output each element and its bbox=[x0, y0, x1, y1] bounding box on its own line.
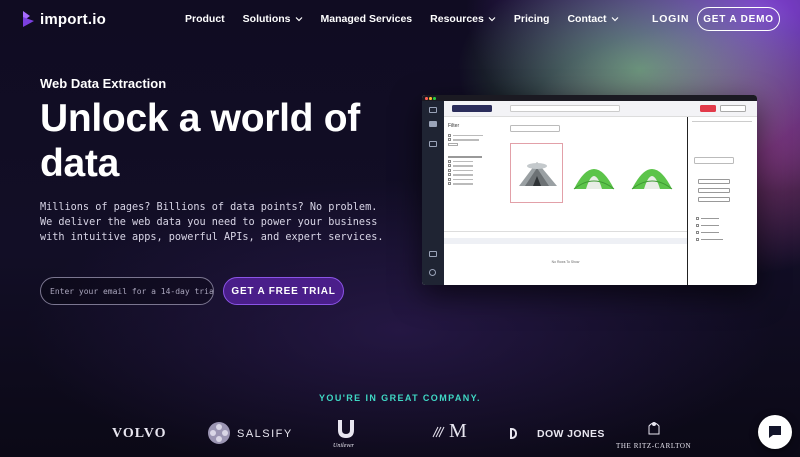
app-properties-panel bbox=[687, 117, 757, 285]
filter-panel: Filter bbox=[448, 123, 500, 223]
toolbar-pill bbox=[452, 105, 492, 112]
panel-button bbox=[698, 188, 730, 193]
nav-item-contact[interactable]: Contact bbox=[567, 13, 618, 25]
chat-widget-button[interactable] bbox=[758, 415, 792, 449]
volvo-logo: VOLVO bbox=[112, 426, 167, 441]
nav-item-solutions[interactable]: Solutions bbox=[243, 13, 303, 25]
hero-eyebrow: Web Data Extraction bbox=[40, 76, 167, 91]
add-icon bbox=[429, 121, 437, 127]
nav-label: Product bbox=[185, 13, 225, 25]
panel-option bbox=[696, 231, 719, 234]
chevron-down-icon bbox=[611, 17, 618, 22]
grid-header bbox=[444, 238, 687, 244]
nav-label: Resources bbox=[430, 13, 484, 25]
user-icon bbox=[429, 269, 436, 276]
dow-jones-logo: DOW JONES bbox=[537, 428, 605, 440]
salsify-flower-icon bbox=[208, 422, 230, 444]
marriott-logo: M bbox=[449, 420, 467, 442]
url-field bbox=[510, 105, 620, 112]
product-card bbox=[510, 143, 563, 203]
chevron-logo-icon bbox=[23, 11, 34, 27]
panel-option bbox=[696, 224, 719, 227]
dow-jones-d-icon bbox=[510, 428, 517, 439]
run-pill bbox=[700, 105, 716, 112]
panel-button bbox=[698, 197, 730, 202]
type-select bbox=[694, 157, 734, 164]
chevron-down-icon bbox=[295, 17, 302, 22]
product-card bbox=[626, 143, 679, 203]
ritz-lion-crest-icon bbox=[648, 422, 660, 435]
nav-label: Solutions bbox=[242, 13, 291, 25]
sort-dropdown bbox=[510, 125, 560, 132]
nav-label: Pricing bbox=[513, 13, 550, 25]
hero-description: Millions of pages? Billions of data poin… bbox=[40, 202, 384, 243]
social-proof-heading: YOU'RE IN GREAT COMPANY. bbox=[319, 393, 481, 403]
app-main-pane: Filter No Rows To Show bbox=[444, 117, 687, 285]
app-toolbar bbox=[444, 101, 757, 117]
email-input[interactable] bbox=[40, 277, 214, 305]
grid-empty-message: No Rows To Show bbox=[551, 260, 580, 264]
marriott-mark-icon bbox=[432, 426, 445, 438]
close-dot bbox=[425, 97, 428, 100]
results-grid: No Rows To Show bbox=[444, 231, 687, 285]
nav-item-managed-services[interactable]: Managed Services bbox=[321, 13, 413, 25]
tent-image bbox=[573, 169, 615, 190]
main-nav: Product Solutions Managed Services Resou… bbox=[185, 13, 637, 25]
tent-image bbox=[519, 162, 557, 186]
unilever-u-icon bbox=[338, 420, 354, 438]
home-icon bbox=[429, 107, 437, 113]
filter-row bbox=[448, 142, 500, 147]
tent-image bbox=[631, 169, 673, 190]
nav-item-product[interactable]: Product bbox=[185, 13, 225, 25]
chevron-down-icon bbox=[488, 17, 496, 22]
nav-label: Managed Services bbox=[320, 13, 413, 25]
app-sidebar bbox=[422, 101, 444, 285]
nav-label: Contact bbox=[567, 13, 607, 25]
panel-option bbox=[696, 238, 723, 241]
settings-icon bbox=[429, 251, 437, 257]
minimize-dot bbox=[429, 97, 432, 100]
get-demo-button[interactable]: GET A DEMO bbox=[697, 7, 780, 31]
nav-item-pricing[interactable]: Pricing bbox=[514, 13, 550, 25]
login-link[interactable]: LOGIN bbox=[652, 13, 689, 25]
maximize-dot bbox=[433, 97, 436, 100]
close-pill bbox=[720, 105, 746, 112]
salsify-logo: SALSIFY bbox=[237, 428, 293, 440]
panel-option bbox=[696, 217, 719, 220]
hero-headline: Unlock a world of data bbox=[40, 97, 360, 185]
app-preview-screenshot: Filter No Rows To Show bbox=[422, 95, 757, 285]
filter-row bbox=[448, 182, 500, 187]
brand-logo[interactable]: import.io bbox=[22, 10, 106, 28]
brand-name: import.io bbox=[40, 10, 106, 28]
panel-button bbox=[698, 179, 730, 184]
client-logos: VOLVO SALSIFY Unilever M DOW JONES THE R… bbox=[0, 416, 800, 452]
ritz-carlton-logo: THE RITZ-CARLTON bbox=[616, 442, 692, 450]
free-trial-button[interactable]: GET A FREE TRIAL bbox=[223, 277, 344, 305]
chart-icon bbox=[429, 141, 437, 147]
filter-title: Filter bbox=[448, 123, 460, 129]
nav-item-resources[interactable]: Resources bbox=[430, 13, 496, 25]
chat-bubble-icon bbox=[769, 426, 781, 438]
product-card bbox=[568, 143, 621, 203]
unilever-logo: Unilever bbox=[333, 443, 354, 449]
